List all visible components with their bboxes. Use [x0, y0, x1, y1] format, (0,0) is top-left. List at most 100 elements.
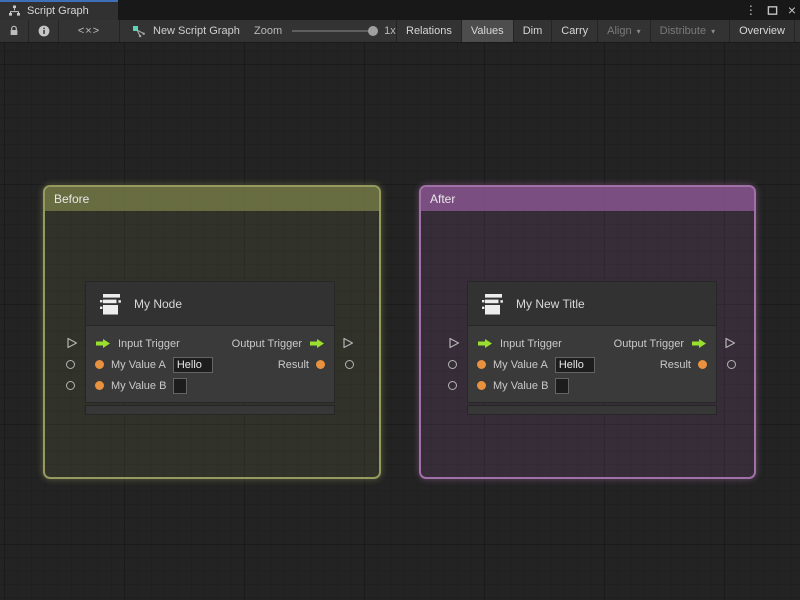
distribute-label: Distribute [659, 25, 707, 37]
port-label: My Value A [111, 358, 166, 371]
node-header[interactable]: My New Title [468, 282, 716, 326]
value-b-input[interactable] [173, 377, 188, 394]
graph-hierarchy-icon [9, 5, 20, 16]
value-b-port[interactable]: My Value B [477, 377, 570, 394]
port-row: My Value A Result [468, 354, 716, 375]
unit-icon [482, 293, 503, 314]
chevron-down-icon: ▾ [636, 26, 641, 36]
lock-button[interactable] [0, 20, 29, 42]
node-my-node[interactable]: My Node Input Trigger Output Trigger My … [66, 281, 354, 415]
tab-bar: Script Graph ⋮ × [0, 0, 800, 20]
flow-arrow-icon [310, 339, 324, 348]
port-label: Result [659, 358, 691, 371]
values-label: Values [470, 25, 504, 37]
script-graph-window: Script Graph ⋮ × <×> New Script Graph Zo… [0, 0, 800, 600]
code-preview-button[interactable]: <×> [59, 20, 120, 42]
value-port-icon [95, 360, 104, 369]
port-row: Input Trigger Output Trigger [86, 333, 334, 354]
group-before-header[interactable]: Before [45, 187, 379, 211]
result-port[interactable]: Result [278, 359, 325, 371]
zoom-slider[interactable] [292, 26, 379, 36]
port-label: Input Trigger [500, 337, 562, 350]
value-a-port[interactable]: My Value A [95, 356, 213, 373]
fullscreen-button[interactable]: Full Scr [793, 20, 800, 42]
menu-icon[interactable]: ⋮ [745, 4, 757, 16]
external-value-input-port[interactable] [448, 360, 457, 369]
node-footer [467, 405, 717, 415]
flow-arrow-icon [692, 339, 706, 348]
external-flow-output-port[interactable] [342, 337, 354, 349]
port-label: Input Trigger [118, 337, 180, 350]
relations-button[interactable]: Relations [396, 20, 461, 42]
window-controls: ⋮ × [745, 0, 796, 20]
carry-button[interactable]: Carry [551, 20, 597, 42]
port-label: My Value B [111, 379, 167, 392]
node-title: My New Title [516, 296, 585, 311]
relations-label: Relations [406, 25, 452, 37]
node-ports: Input Trigger Output Trigger My Value A … [86, 326, 334, 402]
input-trigger-port[interactable]: Input Trigger [95, 338, 180, 350]
overview-label: Overview [739, 25, 785, 37]
graph-canvas[interactable]: Before After My Node Input Trigger Outpu… [0, 43, 800, 600]
output-trigger-port[interactable]: Output Trigger [614, 338, 707, 350]
carry-label: Carry [561, 25, 589, 37]
node-body[interactable]: My New Title Input Trigger Output Trigge… [467, 281, 717, 403]
toolbar: <×> New Script Graph Zoom 1x Relations V… [0, 20, 800, 43]
external-value-output-port[interactable] [727, 360, 736, 369]
lock-icon [10, 25, 18, 35]
info-button[interactable] [29, 20, 59, 42]
maximize-icon[interactable] [767, 5, 778, 16]
input-trigger-port[interactable]: Input Trigger [477, 338, 562, 350]
result-port[interactable]: Result [660, 359, 707, 371]
dim-label: Dim [522, 25, 543, 37]
value-a-input[interactable] [554, 356, 595, 373]
group-after-header[interactable]: After [421, 187, 754, 211]
external-value-output-port[interactable] [345, 360, 354, 369]
value-b-input[interactable] [555, 377, 570, 394]
port-row: Input Trigger Output Trigger [468, 333, 716, 354]
graph-selector[interactable]: New Script Graph [132, 20, 240, 42]
port-row: My Value A Result [86, 354, 334, 375]
port-label: Output Trigger [231, 337, 302, 350]
node-my-new-title[interactable]: My New Title Input Trigger Output Trigge… [448, 281, 736, 415]
zoom-label: Zoom [254, 25, 283, 37]
toolbar-left-group: <×> [0, 20, 120, 42]
tab-script-graph[interactable]: Script Graph [0, 0, 118, 20]
node-body[interactable]: My Node Input Trigger Output Trigger My … [85, 281, 335, 403]
value-a-input[interactable] [172, 356, 213, 373]
flow-arrow-icon [478, 339, 492, 348]
port-label: My Value B [493, 379, 549, 392]
tab-label: Script Graph [27, 5, 89, 17]
align-button[interactable]: Align ▾ [597, 20, 649, 42]
value-a-port[interactable]: My Value A [477, 356, 595, 373]
chevron-down-icon: ▾ [711, 26, 716, 36]
maximize-glyph [767, 5, 778, 15]
port-label: My Value A [493, 358, 548, 371]
value-b-port[interactable]: My Value B [95, 377, 188, 394]
group-before-title: Before [54, 192, 90, 206]
dim-button[interactable]: Dim [512, 20, 552, 42]
unit-icon [100, 293, 121, 314]
external-value-input-port[interactable] [66, 381, 75, 390]
zoom-slider-knob[interactable] [368, 26, 379, 36]
external-flow-input-port[interactable] [66, 337, 78, 349]
external-value-input-port[interactable] [448, 381, 457, 390]
toolbar-right-group: Relations Values Dim Carry Align ▾ Distr… [396, 20, 800, 42]
values-button[interactable]: Values [460, 20, 513, 42]
flow-arrow-icon [96, 339, 110, 348]
node-footer [85, 405, 335, 415]
close-icon[interactable]: × [788, 3, 796, 17]
overview-button[interactable]: Overview [729, 20, 794, 42]
info-icon [38, 25, 49, 37]
distribute-button[interactable]: Distribute ▾ [649, 20, 724, 42]
script-graph-asset-icon [133, 25, 145, 37]
value-port-icon [95, 381, 104, 390]
output-trigger-port[interactable]: Output Trigger [232, 338, 325, 350]
external-flow-input-port[interactable] [448, 337, 460, 349]
external-flow-output-port[interactable] [724, 337, 736, 349]
graph-name-label: New Script Graph [153, 25, 240, 37]
value-port-icon [477, 360, 486, 369]
external-value-input-port[interactable] [66, 360, 75, 369]
zoom-control: Zoom 1x [254, 20, 396, 42]
node-header[interactable]: My Node [86, 282, 334, 326]
